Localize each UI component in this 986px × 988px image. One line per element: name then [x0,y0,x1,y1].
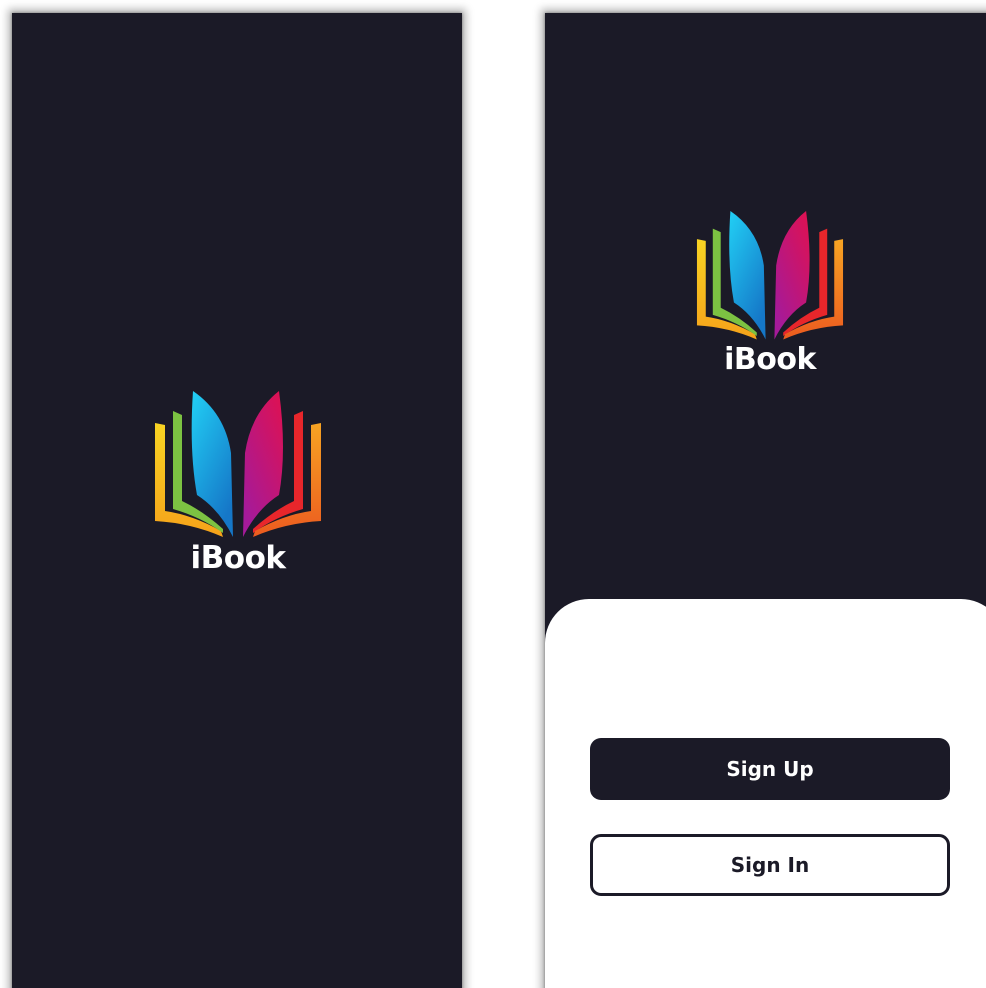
app-logo: iBook [695,211,845,375]
sign-up-button[interactable]: Sign Up [590,738,950,800]
welcome-screen: iBook Sign Up Sign In [545,13,986,988]
splash-screen: iBook [12,13,462,988]
auth-sheet: Sign Up Sign In [545,599,986,988]
sign-in-button[interactable]: Sign In [590,834,950,896]
open-book-logo-icon [696,211,844,340]
open-book-logo-icon [155,391,321,537]
logo-text: iBook [724,342,816,377]
mockup-canvas: iBook iBook Sign Up Sign In [0,0,986,988]
app-logo: iBook [153,391,323,574]
logo-text: iBook [190,540,286,576]
